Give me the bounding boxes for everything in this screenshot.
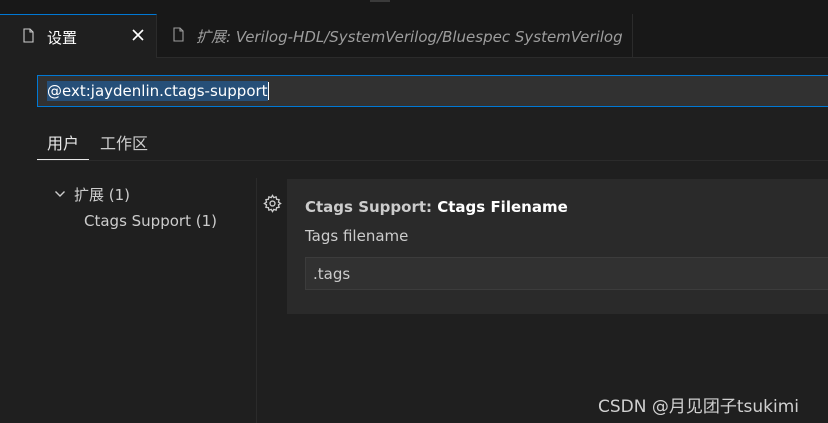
close-icon[interactable] <box>130 27 146 43</box>
tab-settings[interactable]: 设置 <box>0 14 157 58</box>
tab-settings-label: 设置 <box>47 29 78 47</box>
settings-window: 设置 扩展: Verilog-HDL/SystemVerilog/Bluespe… <box>0 0 828 423</box>
ctags-filename-value: .tags <box>313 265 351 283</box>
setting-item-ctags-filename: Ctags Support: Ctags Filename Tags filen… <box>287 179 828 314</box>
gear-icon[interactable] <box>263 194 282 213</box>
scope-tabs: 用户 工作区 <box>36 124 828 161</box>
setting-description: Tags filename <box>305 227 409 245</box>
toc-item-ctags-support[interactable]: Ctags Support (1) <box>84 212 217 230</box>
setting-category: Ctags Support: <box>305 198 438 216</box>
watermark: CSDN @月见团子tsukimi <box>598 397 800 417</box>
tab-workspace[interactable]: 工作区 <box>100 130 148 154</box>
setting-title: Ctags Support: Ctags Filename <box>305 198 568 216</box>
tab-user[interactable]: 用户 <box>36 130 90 160</box>
tab-extension-label: 扩展: Verilog-HDL/SystemVerilog/Bluespec S… <box>196 28 623 46</box>
chevron-down-icon[interactable] <box>54 188 66 200</box>
title-fragment <box>370 0 390 2</box>
text-caret <box>268 82 269 100</box>
settings-search-input[interactable]: @ext:jaydenlin.ctags-support <box>37 75 828 107</box>
search-input-value: @ext:jaydenlin.ctags-support <box>47 81 268 101</box>
file-icon <box>23 28 34 43</box>
setting-name: Ctags Filename <box>437 198 568 216</box>
tab-extension[interactable]: 扩展: Verilog-HDL/SystemVerilog/Bluespec S… <box>157 14 633 57</box>
ctags-filename-input[interactable]: .tags <box>305 257 828 290</box>
title-strip <box>0 0 828 14</box>
file-icon <box>173 27 184 42</box>
toc-item-extensions[interactable]: 扩展 (1) <box>74 184 130 205</box>
toc-divider[interactable] <box>256 178 257 423</box>
editor-tab-bar: 设置 扩展: Verilog-HDL/SystemVerilog/Bluespe… <box>0 14 828 58</box>
